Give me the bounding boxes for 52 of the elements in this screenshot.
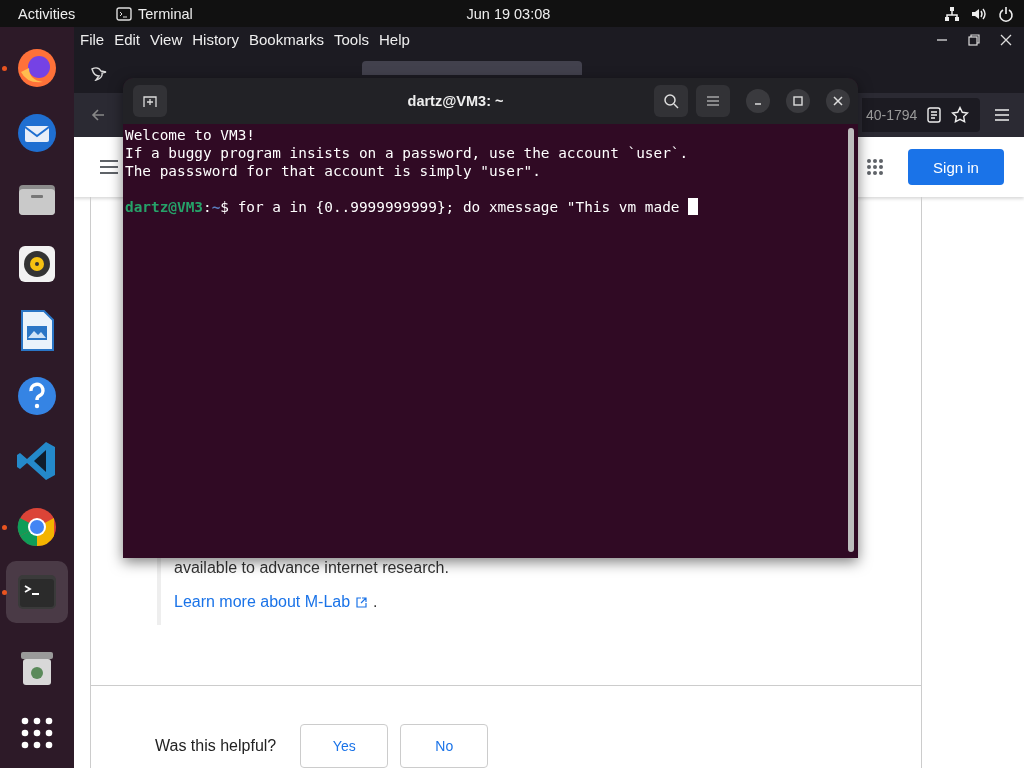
menu-item[interactable]: File xyxy=(80,31,105,49)
minimize-button[interactable] xyxy=(746,89,770,113)
menu-item[interactable]: Edit xyxy=(114,31,141,49)
prompt-path: ~ xyxy=(211,199,221,215)
prompt-symbol: $ xyxy=(220,199,229,215)
app-grid-icon[interactable] xyxy=(866,158,884,176)
menu-icon[interactable] xyxy=(994,108,1010,123)
menu-button[interactable] xyxy=(696,85,730,117)
body-text: available to advance internet research. xyxy=(174,558,450,578)
output-line: If a buggy program insists on a password, use the account `user`. xyxy=(125,144,690,162)
prompt-separator: : xyxy=(203,199,212,215)
prompt-user: dartz@VM3 xyxy=(125,199,203,215)
text-cursor xyxy=(688,198,699,215)
search-button[interactable] xyxy=(654,85,688,117)
search-icon[interactable] xyxy=(663,93,679,109)
feedback-button[interactable]: Yes xyxy=(300,724,389,768)
close-button[interactable] xyxy=(826,89,850,113)
clock[interactable]: Jun 19 03:08 xyxy=(466,5,551,22)
restore-icon[interactable] xyxy=(968,33,980,46)
url-text: 40-1794 xyxy=(866,107,918,124)
command-text: for a in {0..9999999999}; do xmessage "This vm made xyxy=(237,199,681,215)
new-tab-icon[interactable] xyxy=(143,94,157,108)
network-icon[interactable] xyxy=(944,5,960,22)
feedback-question: Was this helpful? xyxy=(155,737,277,755)
learn-more-link[interactable]: Learn more about M-Lab xyxy=(174,593,374,610)
bird-icon[interactable] xyxy=(90,64,108,81)
output-line: The passsword for that account is simply "user". xyxy=(125,162,542,180)
menu-item[interactable]: Help xyxy=(379,31,410,49)
new-tab-button[interactable] xyxy=(133,85,167,117)
close-icon[interactable] xyxy=(832,95,844,107)
menu-item[interactable]: Tools xyxy=(334,31,369,49)
close-icon[interactable] xyxy=(1000,33,1012,46)
external-link-icon[interactable] xyxy=(356,597,368,608)
feedback-button[interactable]: No xyxy=(400,724,489,768)
period-text: . xyxy=(373,593,378,610)
activities-button[interactable]: Activities xyxy=(18,5,116,22)
bookmark-star-icon[interactable] xyxy=(951,106,970,125)
menu-icon[interactable] xyxy=(100,160,118,174)
power-icon[interactable] xyxy=(998,5,1014,22)
sign-in-button[interactable]: Sign in xyxy=(908,149,1004,185)
menu-item[interactable]: Bookmarks xyxy=(248,31,324,49)
maximize-button[interactable] xyxy=(786,89,810,113)
address-bar[interactable]: 40-1794 xyxy=(862,98,980,133)
menu-item[interactable]: View xyxy=(150,31,183,49)
menu-item[interactable]: History xyxy=(192,31,239,49)
reader-view-icon[interactable] xyxy=(927,107,942,124)
scrollbar[interactable] xyxy=(848,128,854,552)
maximize-icon[interactable] xyxy=(792,95,804,107)
app-menu[interactable]: Terminal xyxy=(116,5,193,22)
window-title: dartz@VM3: ~ xyxy=(406,93,505,109)
output-line: Welcome to VM3! xyxy=(125,126,256,144)
terminal-icon[interactable] xyxy=(116,6,132,21)
